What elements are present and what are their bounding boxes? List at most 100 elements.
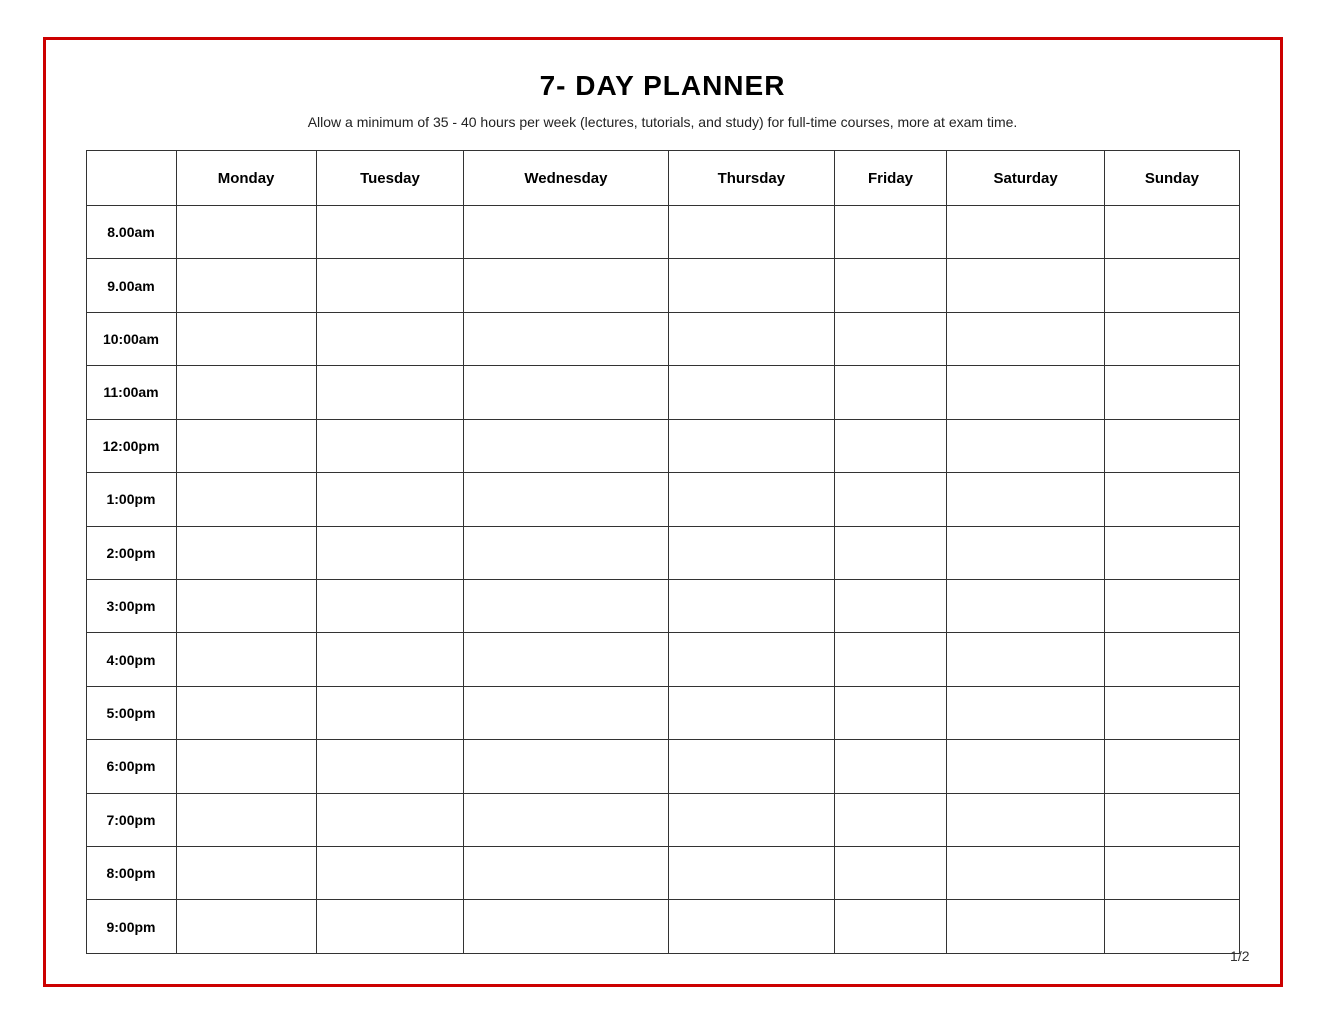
day-cell[interactable] bbox=[668, 579, 834, 632]
day-cell[interactable] bbox=[946, 847, 1104, 900]
time-cell: 9.00am bbox=[86, 259, 176, 312]
day-cell[interactable] bbox=[464, 259, 668, 312]
day-cell[interactable] bbox=[176, 847, 316, 900]
day-cell[interactable] bbox=[316, 847, 464, 900]
day-cell[interactable] bbox=[176, 793, 316, 846]
day-cell[interactable] bbox=[668, 366, 834, 419]
day-cell[interactable] bbox=[1105, 206, 1239, 259]
day-cell[interactable] bbox=[176, 740, 316, 793]
day-cell[interactable] bbox=[1105, 259, 1239, 312]
day-cell[interactable] bbox=[464, 312, 668, 365]
day-cell[interactable] bbox=[464, 419, 668, 472]
day-cell[interactable] bbox=[946, 740, 1104, 793]
day-cell[interactable] bbox=[946, 900, 1104, 954]
day-cell[interactable] bbox=[176, 633, 316, 686]
day-cell[interactable] bbox=[316, 312, 464, 365]
day-cell[interactable] bbox=[835, 686, 947, 739]
day-cell[interactable] bbox=[316, 419, 464, 472]
day-cell[interactable] bbox=[1105, 366, 1239, 419]
day-cell[interactable] bbox=[668, 206, 834, 259]
day-cell[interactable] bbox=[668, 312, 834, 365]
day-cell[interactable] bbox=[835, 847, 947, 900]
day-cell[interactable] bbox=[1105, 740, 1239, 793]
day-cell[interactable] bbox=[176, 419, 316, 472]
day-cell[interactable] bbox=[464, 473, 668, 526]
day-cell[interactable] bbox=[835, 206, 947, 259]
day-cell[interactable] bbox=[668, 740, 834, 793]
day-cell[interactable] bbox=[835, 579, 947, 632]
day-cell[interactable] bbox=[668, 900, 834, 954]
time-cell: 11:00am bbox=[86, 366, 176, 419]
day-cell[interactable] bbox=[1105, 526, 1239, 579]
day-cell[interactable] bbox=[316, 526, 464, 579]
day-cell[interactable] bbox=[946, 312, 1104, 365]
day-cell[interactable] bbox=[316, 900, 464, 954]
day-cell[interactable] bbox=[668, 633, 834, 686]
day-cell[interactable] bbox=[946, 793, 1104, 846]
day-cell[interactable] bbox=[835, 740, 947, 793]
day-cell[interactable] bbox=[668, 793, 834, 846]
day-cell[interactable] bbox=[835, 633, 947, 686]
day-cell[interactable] bbox=[1105, 847, 1239, 900]
day-cell[interactable] bbox=[946, 579, 1104, 632]
day-cell[interactable] bbox=[464, 633, 668, 686]
day-cell[interactable] bbox=[835, 793, 947, 846]
day-cell[interactable] bbox=[1105, 793, 1239, 846]
day-cell[interactable] bbox=[176, 579, 316, 632]
day-cell[interactable] bbox=[946, 473, 1104, 526]
day-cell[interactable] bbox=[464, 900, 668, 954]
day-cell[interactable] bbox=[835, 900, 947, 954]
day-cell[interactable] bbox=[946, 686, 1104, 739]
day-cell[interactable] bbox=[176, 366, 316, 419]
day-cell[interactable] bbox=[946, 526, 1104, 579]
day-cell[interactable] bbox=[316, 793, 464, 846]
day-cell[interactable] bbox=[1105, 633, 1239, 686]
day-cell[interactable] bbox=[316, 686, 464, 739]
day-cell[interactable] bbox=[1105, 419, 1239, 472]
day-cell[interactable] bbox=[1105, 473, 1239, 526]
day-cell[interactable] bbox=[464, 847, 668, 900]
day-cell[interactable] bbox=[464, 686, 668, 739]
day-cell[interactable] bbox=[316, 206, 464, 259]
day-cell[interactable] bbox=[316, 259, 464, 312]
day-cell[interactable] bbox=[1105, 312, 1239, 365]
day-cell[interactable] bbox=[176, 526, 316, 579]
day-cell[interactable] bbox=[176, 259, 316, 312]
day-cell[interactable] bbox=[668, 686, 834, 739]
day-cell[interactable] bbox=[668, 259, 834, 312]
day-cell[interactable] bbox=[668, 526, 834, 579]
day-cell[interactable] bbox=[1105, 579, 1239, 632]
day-cell[interactable] bbox=[176, 686, 316, 739]
day-cell[interactable] bbox=[835, 473, 947, 526]
day-cell[interactable] bbox=[316, 740, 464, 793]
day-cell[interactable] bbox=[668, 473, 834, 526]
day-cell[interactable] bbox=[835, 259, 947, 312]
day-cell[interactable] bbox=[1105, 686, 1239, 739]
day-cell[interactable] bbox=[835, 419, 947, 472]
day-cell[interactable] bbox=[176, 206, 316, 259]
day-cell[interactable] bbox=[946, 419, 1104, 472]
day-cell[interactable] bbox=[1105, 900, 1239, 954]
day-cell[interactable] bbox=[835, 526, 947, 579]
day-cell[interactable] bbox=[176, 473, 316, 526]
day-cell[interactable] bbox=[464, 526, 668, 579]
day-cell[interactable] bbox=[464, 579, 668, 632]
day-cell[interactable] bbox=[835, 366, 947, 419]
day-cell[interactable] bbox=[835, 312, 947, 365]
day-cell[interactable] bbox=[464, 206, 668, 259]
day-cell[interactable] bbox=[946, 366, 1104, 419]
day-cell[interactable] bbox=[946, 206, 1104, 259]
day-cell[interactable] bbox=[316, 579, 464, 632]
day-cell[interactable] bbox=[946, 259, 1104, 312]
day-cell[interactable] bbox=[316, 473, 464, 526]
day-cell[interactable] bbox=[464, 740, 668, 793]
day-cell[interactable] bbox=[946, 633, 1104, 686]
day-cell[interactable] bbox=[176, 312, 316, 365]
day-cell[interactable] bbox=[316, 366, 464, 419]
day-cell[interactable] bbox=[464, 366, 668, 419]
day-cell[interactable] bbox=[176, 900, 316, 954]
day-cell[interactable] bbox=[464, 793, 668, 846]
day-cell[interactable] bbox=[668, 419, 834, 472]
day-cell[interactable] bbox=[316, 633, 464, 686]
day-cell[interactable] bbox=[668, 847, 834, 900]
